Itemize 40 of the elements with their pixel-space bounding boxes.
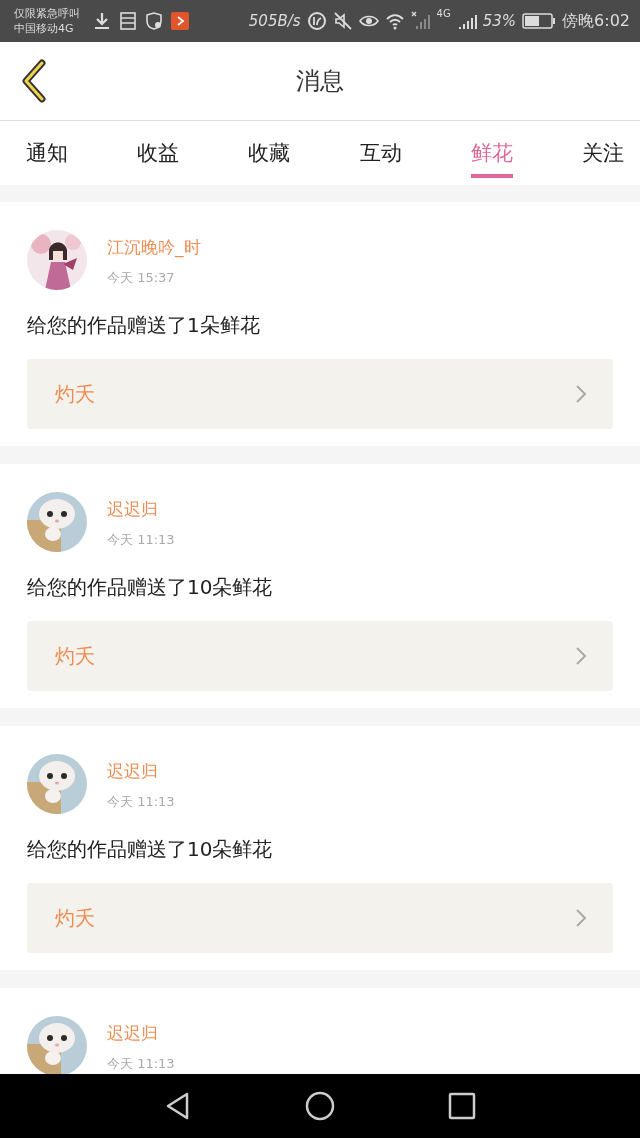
tab[interactable]: 通知 <box>26 132 68 178</box>
tab[interactable]: 收藏 <box>248 132 291 178</box>
play-app-icon <box>170 11 190 31</box>
signal-icon <box>410 11 431 31</box>
network-type: 4G <box>436 8 451 19</box>
timestamp: 今天 15:37 <box>107 269 176 287</box>
page-title: 消息 <box>296 66 344 97</box>
tab[interactable]: 鲜花 <box>470 132 513 178</box>
chevron-icon <box>575 384 587 404</box>
mute-icon <box>332 11 353 31</box>
tab[interactable]: 互动 <box>359 132 402 178</box>
timestamp: 今天 11:13 <box>107 1055 175 1073</box>
message-text: 给您的作品赠送了10朵鲜花 <box>27 574 274 601</box>
carrier-text: 中国移动4G <box>14 21 75 36</box>
timestamp: 今天 11:13 <box>107 793 175 811</box>
message-text: 给您的作品赠送了10朵鲜花 <box>27 836 274 863</box>
user-name[interactable]: 江沉晚吟_时 <box>107 236 201 259</box>
battery-icon <box>522 12 557 30</box>
clock: 傍晚6:02 <box>562 10 630 32</box>
network-speed: 505B/s <box>248 12 301 30</box>
home-icon[interactable] <box>305 1091 335 1121</box>
tab[interactable]: 关注 <box>581 132 624 178</box>
work-link[interactable]: 灼夭 <box>27 359 613 429</box>
carrier-text: 仅限紧急呼叫 <box>14 6 80 21</box>
wifi-icon <box>384 11 405 31</box>
user-name[interactable]: 迟迟归 <box>107 498 175 521</box>
user-name[interactable]: 迟迟归 <box>107 1022 175 1045</box>
timestamp: 今天 11:13 <box>107 531 175 549</box>
shield-icon <box>144 11 164 31</box>
chevron-icon <box>575 908 587 928</box>
storage-icon <box>118 11 138 31</box>
tab[interactable]: 收益 <box>137 132 180 178</box>
user-name[interactable]: 迟迟归 <box>107 760 175 783</box>
chevron-icon <box>575 646 587 666</box>
recent-apps-icon[interactable] <box>447 1091 477 1121</box>
download-icon <box>92 11 112 31</box>
message-text: 给您的作品赠送了1朵鲜花 <box>27 312 261 339</box>
battery-percent: 53% <box>482 12 517 30</box>
work-link[interactable]: 灼夭 <box>27 883 613 953</box>
work-link[interactable]: 灼夭 <box>27 621 613 691</box>
